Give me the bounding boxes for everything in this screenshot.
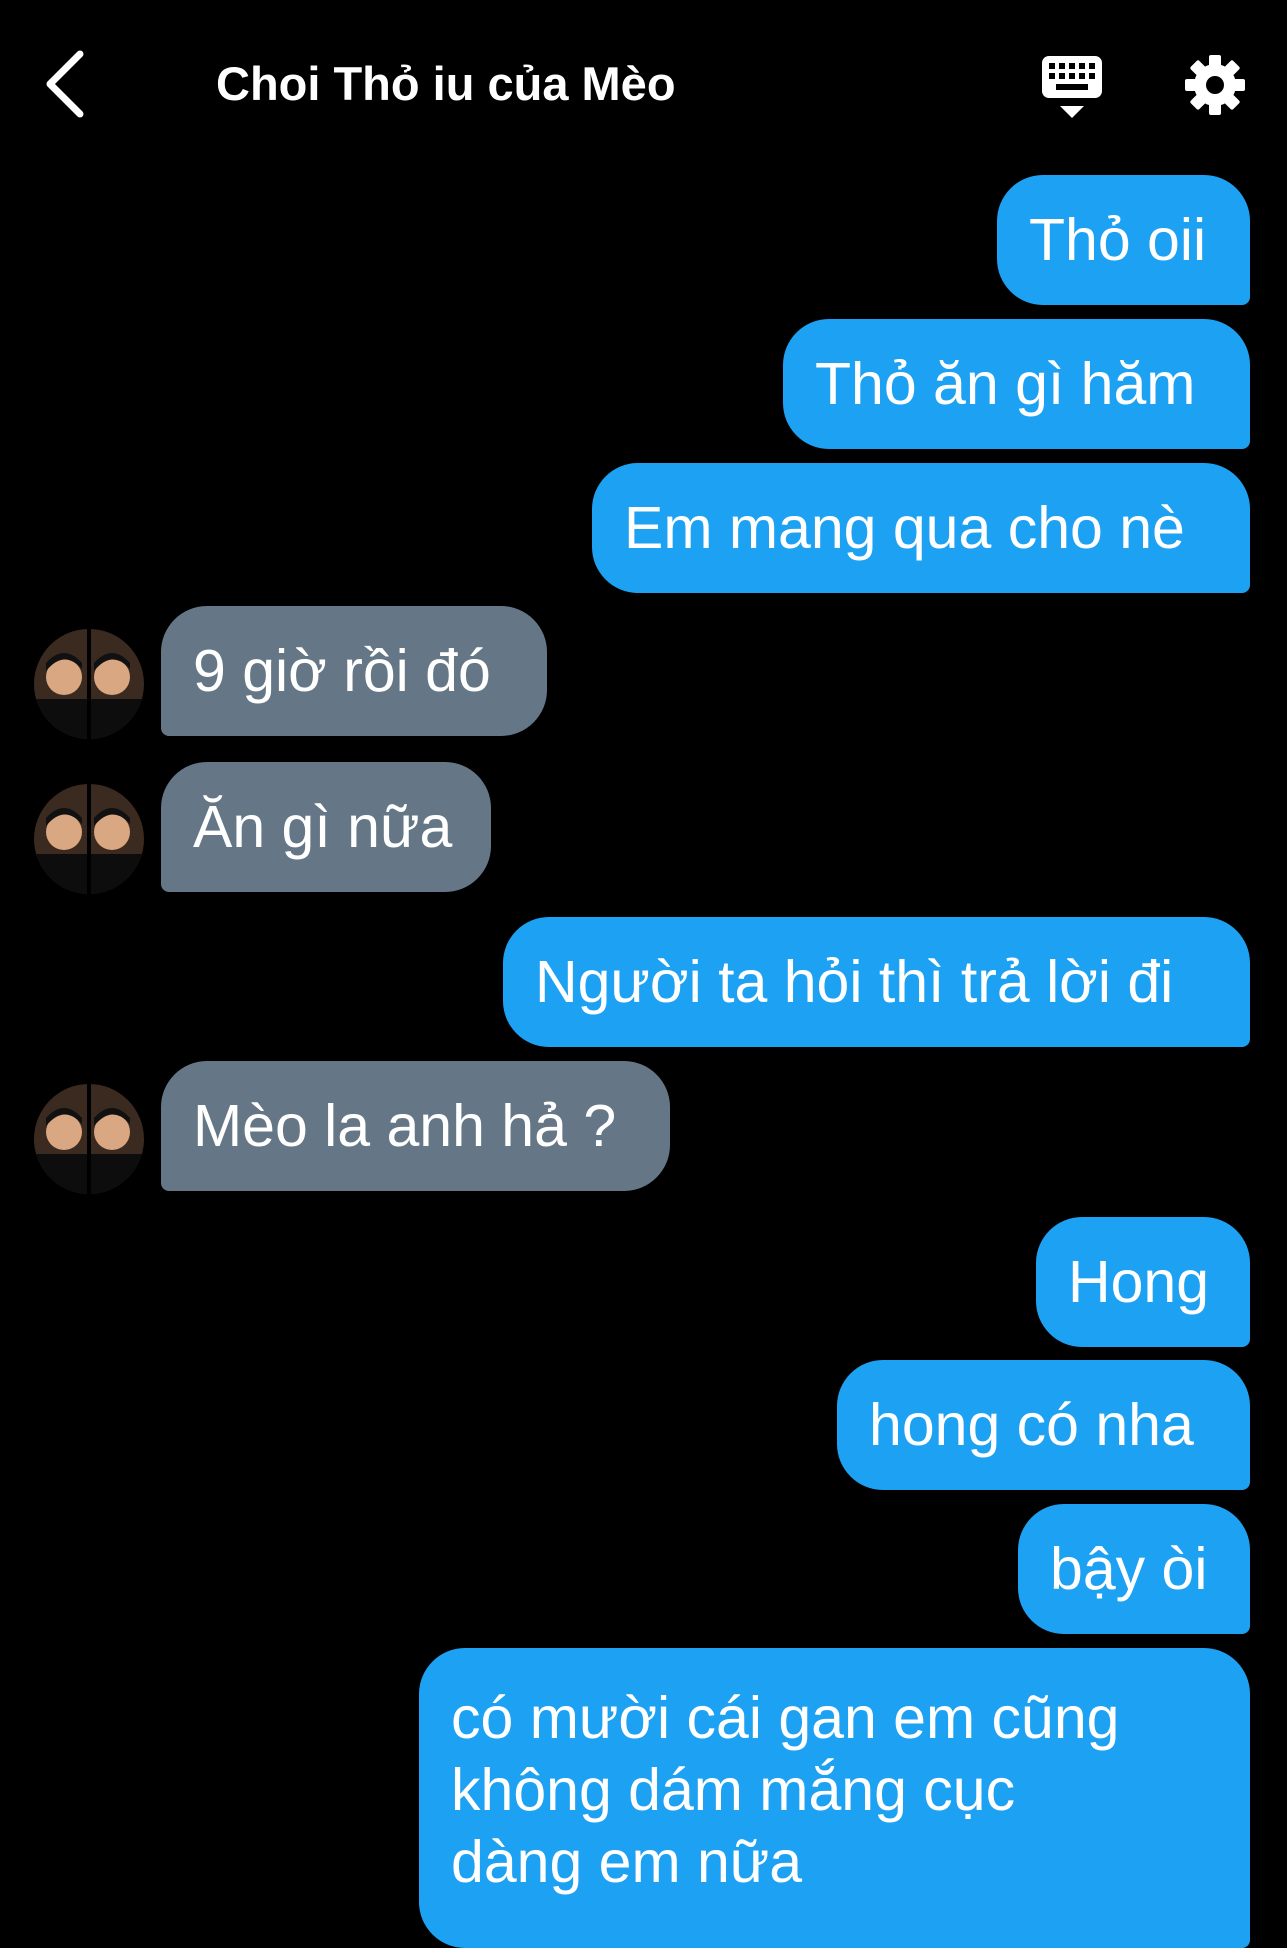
message-bubble-outgoing[interactable]: hong có nha bbox=[837, 1360, 1250, 1490]
message-text: Thỏ oii bbox=[1029, 207, 1207, 273]
message-bubble-incoming[interactable]: 9 giờ rồi đó bbox=[161, 606, 547, 736]
message-bubble-outgoing[interactable]: Hong bbox=[1036, 1217, 1250, 1347]
avatar[interactable] bbox=[34, 1084, 144, 1194]
message-bubble-outgoing[interactable]: Người ta hỏi thì trả lời đi bbox=[503, 917, 1250, 1047]
message-bubble-outgoing[interactable]: Thỏ oii bbox=[997, 175, 1250, 305]
message-bubble-outgoing[interactable]: Thỏ ăn gì hăm bbox=[783, 319, 1250, 449]
message-bubble-outgoing[interactable]: bậy òi bbox=[1018, 1504, 1250, 1634]
message-text: bậy òi bbox=[1050, 1536, 1208, 1602]
message-text: Em mang qua cho nè bbox=[624, 495, 1185, 561]
message-text: Người ta hỏi thì trả lời đi bbox=[535, 949, 1174, 1015]
message-text-line: không dám mắng cục bbox=[451, 1757, 1016, 1823]
message-text-line: dàng em nữa bbox=[451, 1829, 803, 1895]
message-text: Thỏ ăn gì hăm bbox=[815, 351, 1196, 417]
message-bubble-outgoing[interactable]: Em mang qua cho nè bbox=[592, 463, 1250, 593]
message-text: Ăn gì nữa bbox=[193, 794, 453, 860]
message-text: Mèo la anh hả ? bbox=[193, 1093, 617, 1159]
avatar[interactable] bbox=[34, 784, 144, 894]
message-text-line: có mười cái gan em cũng bbox=[451, 1685, 1120, 1751]
message-bubble-outgoing[interactable]: có mười cái gan em cũng không dám mắng c… bbox=[419, 1648, 1250, 1948]
message-bubble-incoming[interactable]: Mèo la anh hả ? bbox=[161, 1061, 670, 1191]
message-text: hong có nha bbox=[869, 1392, 1194, 1458]
avatar[interactable] bbox=[34, 629, 144, 739]
message-text: 9 giờ rồi đó bbox=[193, 638, 491, 704]
message-bubble-incoming[interactable]: Ăn gì nữa bbox=[161, 762, 491, 892]
message-text: Hong bbox=[1068, 1249, 1210, 1315]
message-list: Thỏ oii Thỏ ăn gì hăm Em mang qua cho nè… bbox=[0, 0, 1287, 1948]
